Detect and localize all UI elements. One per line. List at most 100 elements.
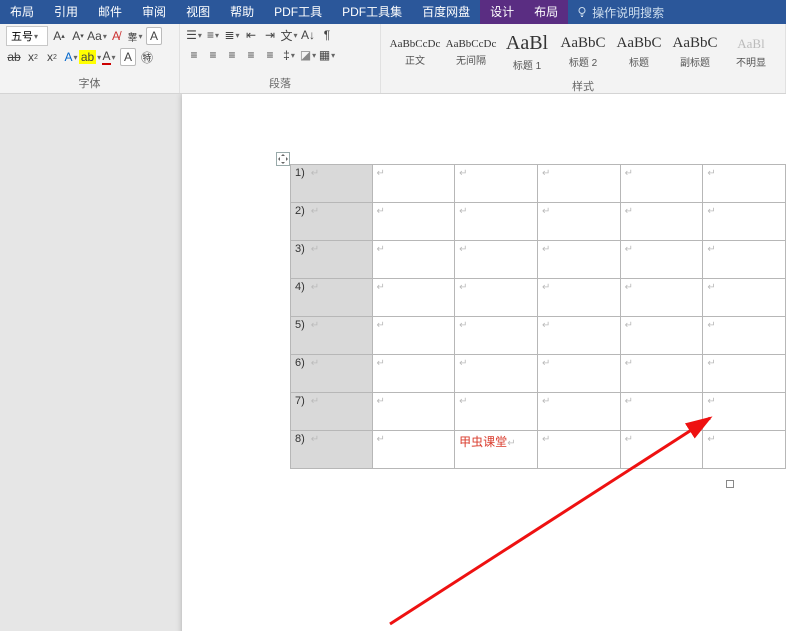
align-center-button[interactable]: ≡ — [205, 46, 221, 64]
shrink-font-button[interactable]: A▾ — [70, 27, 86, 45]
table-row[interactable]: 2)↵↵↵↵↵↵↵ — [291, 203, 786, 241]
style-item-3[interactable]: AaBbC标题 2 — [555, 26, 611, 78]
table-cell[interactable]: ↵ — [372, 279, 455, 317]
tab-references[interactable]: 引用 — [44, 0, 88, 24]
table-cell[interactable]: 4)↵ — [291, 279, 373, 317]
table-resize-handle[interactable] — [726, 480, 734, 488]
table-cell[interactable]: ↵ — [538, 165, 621, 203]
tab-baidu[interactable]: 百度网盘 — [412, 0, 480, 24]
table-cell[interactable]: ↵ — [372, 203, 455, 241]
document-table[interactable]: 1)↵↵↵↵↵↵↵2)↵↵↵↵↵↵↵3)↵↵↵↵↵↵↵4)↵↵↵↵↵↵↵5)↵↵… — [290, 164, 786, 469]
table-cell[interactable]: ↵ — [372, 355, 455, 393]
tab-help[interactable]: 帮助 — [220, 0, 264, 24]
shading-button[interactable]: ◪▾ — [300, 46, 316, 64]
multilevel-button[interactable]: ≣▾ — [224, 26, 240, 44]
table-row[interactable]: 1)↵↵↵↵↵↵↵ — [291, 165, 786, 203]
table-cell[interactable]: ↵ — [620, 241, 703, 279]
clear-format-button[interactable]: A̸ — [108, 27, 124, 45]
table-cell[interactable]: 5)↵ — [291, 317, 373, 355]
table-cell[interactable]: ↵ — [538, 317, 621, 355]
enclose-char-button[interactable]: ㊕ — [139, 48, 155, 66]
table-cell[interactable]: ↵ — [538, 279, 621, 317]
change-case-button[interactable]: Aa▾ — [89, 27, 105, 45]
table-cell[interactable]: ↵ — [538, 393, 621, 431]
indent-right-button[interactable]: ⇥ — [262, 26, 278, 44]
table-cell[interactable]: ↵ — [620, 279, 703, 317]
table-cell[interactable]: ↵ — [538, 203, 621, 241]
table-row[interactable]: 8)↵↵甲虫课堂↵↵↵↵↵ — [291, 431, 786, 469]
tab-table-layout[interactable]: 布局 — [524, 0, 568, 24]
char-border-button[interactable]: A — [146, 27, 162, 45]
table-cell[interactable]: 1)↵ — [291, 165, 373, 203]
table-cell[interactable]: ↵ — [372, 317, 455, 355]
style-item-0[interactable]: AaBbCcDc正文 — [387, 26, 443, 78]
style-item-5[interactable]: AaBbC副标题 — [667, 26, 723, 78]
font-size-select[interactable]: 五号▾ — [6, 26, 48, 46]
tab-table-design[interactable]: 设计 — [480, 0, 524, 24]
table-cell[interactable]: ↵↵ — [703, 431, 786, 469]
char-shading-button[interactable]: A — [120, 48, 136, 66]
table-cell[interactable]: ↵↵ — [703, 203, 786, 241]
table-cell[interactable]: ↵↵ — [703, 355, 786, 393]
tab-mailings[interactable]: 邮件 — [88, 0, 132, 24]
table-cell[interactable]: ↵ — [372, 393, 455, 431]
grow-font-button[interactable]: A▴ — [51, 27, 67, 45]
tell-me-search[interactable]: 操作说明搜索 — [568, 4, 672, 21]
superscript-button[interactable]: x2 — [44, 48, 60, 66]
table-cell[interactable]: ↵ — [455, 393, 538, 431]
table-cell[interactable]: ↵ — [538, 431, 621, 469]
table-cell[interactable]: ↵ — [620, 165, 703, 203]
table-cell[interactable]: 8)↵ — [291, 431, 373, 469]
table-cell[interactable]: ↵ — [455, 355, 538, 393]
table-cell[interactable]: ↵ — [620, 355, 703, 393]
table-cell[interactable]: ↵↵ — [703, 165, 786, 203]
table-row[interactable]: 7)↵↵↵↵↵↵↵ — [291, 393, 786, 431]
tab-pdf-toolset[interactable]: PDF工具集 — [332, 0, 412, 24]
align-right-button[interactable]: ≡ — [224, 46, 240, 64]
table-cell[interactable]: ↵ — [455, 241, 538, 279]
subscript-button[interactable]: x2 — [25, 48, 41, 66]
style-item-6[interactable]: AaBl不明显 — [723, 26, 779, 78]
table-cell[interactable]: ↵ — [538, 355, 621, 393]
table-cell[interactable]: ↵ — [620, 203, 703, 241]
line-spacing-button[interactable]: ‡▾ — [281, 46, 297, 64]
align-justify-button[interactable]: ≡ — [243, 46, 259, 64]
numbering-button[interactable]: ≡▾ — [205, 26, 221, 44]
table-cell[interactable]: ↵ — [455, 203, 538, 241]
table-cell[interactable]: ↵ — [455, 317, 538, 355]
borders-button[interactable]: ▦▾ — [319, 46, 335, 64]
style-item-1[interactable]: AaBbCcDc无间隔 — [443, 26, 499, 78]
table-cell[interactable]: ↵↵ — [703, 279, 786, 317]
highlight-button[interactable]: ab▾ — [82, 48, 98, 66]
table-cell[interactable]: ↵ — [372, 241, 455, 279]
font-color-button[interactable]: A▾ — [101, 48, 117, 66]
table-cell[interactable]: 甲虫课堂↵ — [455, 431, 538, 469]
table-row[interactable]: 3)↵↵↵↵↵↵↵ — [291, 241, 786, 279]
tab-layout[interactable]: 布局 — [0, 0, 44, 24]
sort-button[interactable]: A↓ — [300, 26, 316, 44]
table-cell[interactable]: ↵ — [620, 393, 703, 431]
table-move-handle[interactable] — [276, 152, 290, 166]
text-effects-button[interactable]: A▾ — [63, 48, 79, 66]
style-item-2[interactable]: AaBl标题 1 — [499, 26, 555, 78]
table-cell[interactable]: ↵↵ — [703, 393, 786, 431]
tab-pdf-tools[interactable]: PDF工具 — [264, 0, 332, 24]
table-cell[interactable]: ↵↵ — [703, 241, 786, 279]
show-marks-button[interactable]: ¶ — [319, 26, 335, 44]
table-cell[interactable]: ↵ — [372, 431, 455, 469]
table-cell[interactable]: ↵ — [620, 317, 703, 355]
tab-review[interactable]: 审阅 — [132, 0, 176, 24]
align-left-button[interactable]: ≡ — [186, 46, 202, 64]
table-cell[interactable]: 3)↵ — [291, 241, 373, 279]
strikethrough-button[interactable]: ab — [6, 48, 22, 66]
table-row[interactable]: 4)↵↵↵↵↵↵↵ — [291, 279, 786, 317]
indent-left-button[interactable]: ⇤ — [243, 26, 259, 44]
table-cell[interactable]: ↵ — [372, 165, 455, 203]
align-distribute-button[interactable]: ≡ — [262, 46, 278, 64]
table-row[interactable]: 5)↵↵↵↵↵↵↵ — [291, 317, 786, 355]
document-page[interactable]: 1)↵↵↵↵↵↵↵2)↵↵↵↵↵↵↵3)↵↵↵↵↵↵↵4)↵↵↵↵↵↵↵5)↵↵… — [182, 94, 786, 631]
asian-layout-button[interactable]: 文▾ — [281, 26, 297, 44]
bullets-button[interactable]: ☰▾ — [186, 26, 202, 44]
table-cell[interactable]: ↵↵ — [703, 317, 786, 355]
table-row[interactable]: 6)↵↵↵↵↵↵↵ — [291, 355, 786, 393]
